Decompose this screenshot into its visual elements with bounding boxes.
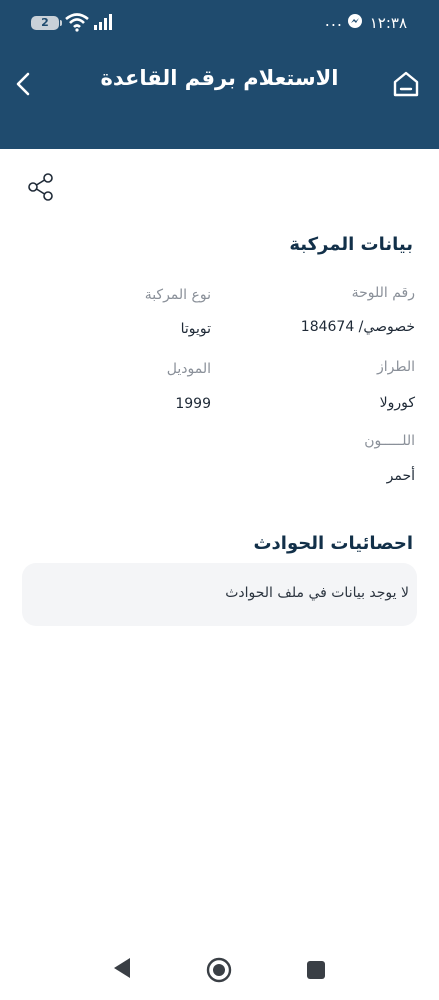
accidents-section-title: احصائيات الحوادث (253, 533, 413, 554)
battery-level: 2 (41, 16, 49, 29)
signal-icon (94, 14, 112, 30)
plate-label: رقم اللوحة (351, 285, 415, 301)
page-title: الاستعلام برقم القاعدة (100, 66, 339, 90)
status-bar: 2 ... ١٢:٣٨ (0, 10, 439, 38)
share-icon[interactable] (26, 172, 56, 202)
back-triangle-icon[interactable] (112, 957, 132, 979)
empty-message: لا يوجد بيانات في ملف الحوادث (225, 585, 409, 601)
model-label: الموديل (166, 361, 211, 377)
style-value: كورولا (379, 395, 415, 411)
accidents-empty-card: لا يوجد بيانات في ملف الحوادث (22, 563, 417, 626)
model-value: 1999 (175, 396, 211, 412)
messenger-icon (347, 13, 363, 33)
chevron-left-icon[interactable] (12, 70, 36, 98)
color-value: أحمر (386, 468, 415, 484)
vehicle-type-label: نوع المركبة (144, 287, 211, 303)
color-label: اللـــــون (364, 433, 415, 449)
battery-icon: 2 (31, 16, 62, 30)
vehicle-type-value: تويوتا (180, 321, 211, 337)
status-time: ١٢:٣٨ (369, 14, 407, 32)
plate-value: خصوصي/ 184674 (300, 319, 415, 335)
recents-square-icon[interactable] (306, 960, 326, 980)
home-circle-icon[interactable] (206, 957, 232, 983)
system-nav-bar (0, 940, 439, 1000)
app-header: 2 ... ١٢:٣٨ الاستعلام برقم القاعدة (0, 0, 439, 149)
vehicle-section-title: بيانات المركبة (289, 234, 413, 255)
wifi-icon (65, 13, 89, 32)
more-notifications-dots: ... (324, 11, 343, 30)
style-label: الطراز (376, 359, 415, 375)
